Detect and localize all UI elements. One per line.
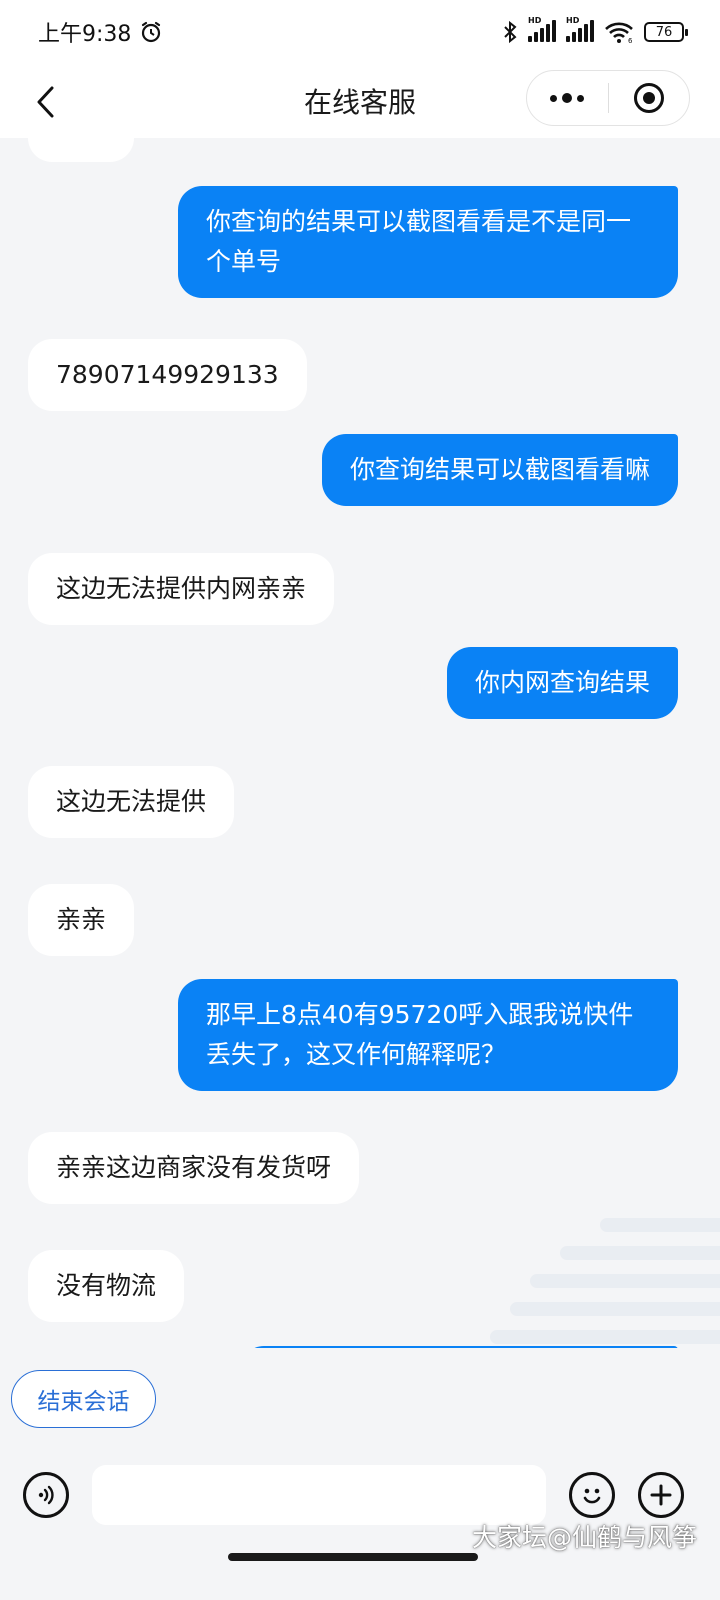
message-text: 你查询的结果可以截图看看是不是同一个单号	[206, 207, 632, 276]
message-incoming[interactable]: 追内	[28, 138, 135, 162]
alarm-icon	[142, 21, 161, 43]
wifi-tag: 6	[628, 37, 633, 44]
message-text: 亲亲这边商家没有发货呀	[56, 1153, 332, 1182]
chevron-left-icon	[37, 86, 54, 118]
message-text: 追内	[56, 138, 106, 140]
wifi-icon: 6	[605, 22, 633, 44]
page-title: 在线客服	[303, 86, 416, 119]
plus-icon	[650, 1484, 672, 1506]
voice-input-button[interactable]	[23, 1472, 69, 1518]
message-incoming[interactable]: 78907149929133	[28, 339, 307, 411]
message-text: 那早上8点40有95720呼入跟我说快件丢失了，这又作何解释呢？	[206, 1000, 634, 1069]
message-input[interactable]	[92, 1465, 546, 1525]
message-incoming[interactable]: 这边无法提供	[28, 766, 235, 838]
background-decoration	[440, 1218, 720, 1348]
signal-1-hd: HD	[528, 16, 542, 25]
signal-2-icon: HD	[566, 16, 594, 42]
message-incoming[interactable]: 没有物流	[28, 1250, 185, 1322]
message-text: 没有物流	[56, 1271, 157, 1300]
message-text: 这边无法提供	[56, 787, 207, 816]
nav-bar: 在线客服	[0, 64, 720, 138]
message-text: 亲亲	[56, 905, 107, 934]
message-outgoing-partial[interactable]	[240, 1346, 678, 1348]
back-button[interactable]	[24, 80, 68, 124]
close-miniapp-button[interactable]	[609, 71, 690, 125]
signal-1-icon: HD	[528, 16, 556, 42]
home-indicator[interactable]	[228, 1553, 478, 1561]
target-icon	[633, 83, 664, 113]
status-time: 上午9:38	[38, 22, 132, 47]
status-right: HD HD 6 76	[502, 16, 688, 44]
message-text: 78907149929133	[56, 360, 279, 389]
miniapp-capsule	[526, 70, 690, 126]
message-outgoing[interactable]: 你查询结果可以截图看看嘛	[321, 434, 678, 506]
more-functions-button[interactable]	[638, 1472, 684, 1518]
battery-level: 76	[655, 24, 673, 40]
message-outgoing[interactable]: 你内网查询结果	[446, 647, 678, 719]
status-bar: 上午9:38 HD HD 6 76	[0, 0, 720, 64]
message-text: 你内网查询结果	[474, 668, 650, 697]
bluetooth-icon	[504, 20, 517, 44]
status-left: 上午9:38	[38, 16, 163, 48]
watermark: 大家坛@仙鹤与风筝	[472, 1523, 698, 1552]
smiley-icon	[583, 1488, 601, 1504]
message-incoming[interactable]: 这边无法提供内网亲亲	[28, 553, 335, 625]
message-outgoing[interactable]: 那早上8点40有95720呼入跟我说快件丢失了，这又作何解释呢？	[178, 979, 678, 1091]
end-session-button[interactable]: 结束会话	[11, 1370, 156, 1428]
end-session-label: 结束会话	[37, 1389, 130, 1415]
message-outgoing[interactable]: 你查询的结果可以截图看看是不是同一个单号	[178, 186, 678, 298]
emoji-button[interactable]	[569, 1472, 615, 1518]
more-dots-icon	[550, 93, 585, 103]
message-incoming[interactable]: 亲亲这边商家没有发货呀	[28, 1132, 360, 1204]
message-incoming[interactable]: 亲亲	[28, 884, 135, 956]
battery-icon: 76	[644, 22, 688, 42]
voice-icon	[38, 1485, 54, 1505]
message-text: 你查询结果可以截图看看嘛	[349, 455, 650, 484]
signal-2-hd: HD	[566, 16, 580, 25]
more-button[interactable]	[527, 71, 608, 125]
chat-area[interactable]: 追内 你查询的结果可以截图看看是不是同一个单号 78907149929133 你…	[0, 138, 720, 1348]
message-text: 这边无法提供内网亲亲	[56, 574, 307, 603]
